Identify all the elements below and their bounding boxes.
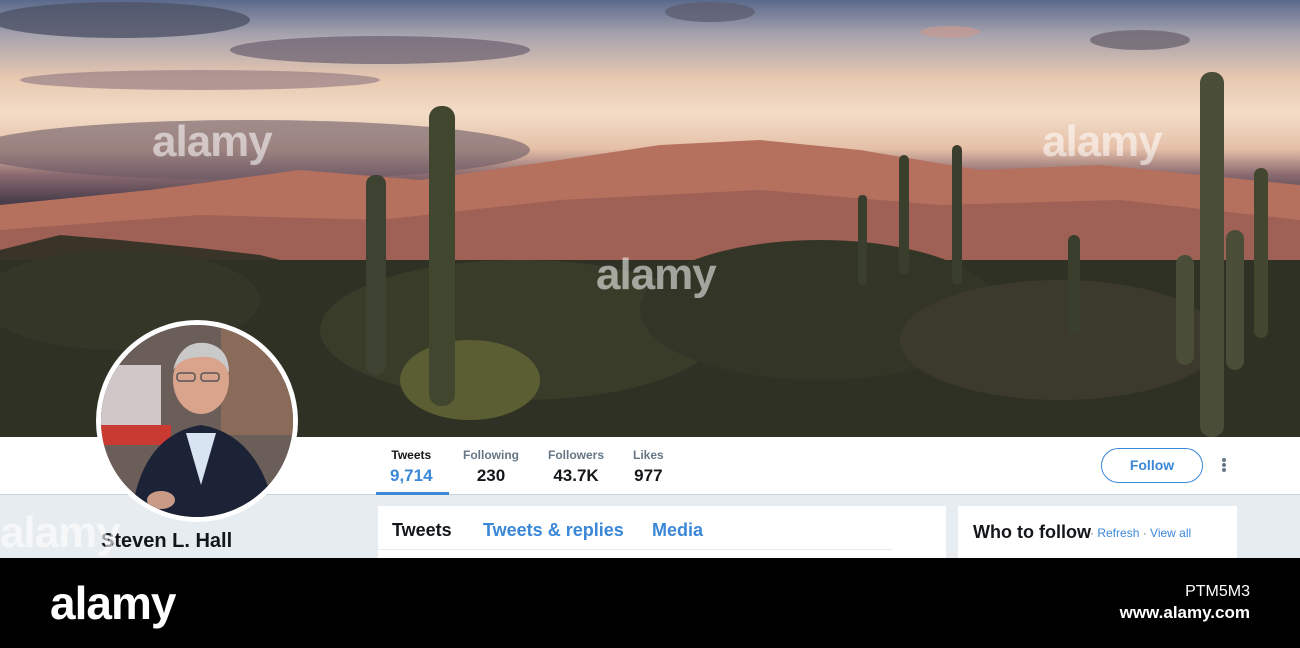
watermark-text: alamy [1042,117,1163,166]
stat-likes-label: Likes [633,448,664,462]
watermark-text: alamy [0,508,121,557]
stat-tweets-value: 9,714 [390,466,433,485]
stat-likes[interactable]: Likes 977 [633,448,664,487]
site-url: www.alamy.com [1119,603,1250,622]
avatar-photo [101,325,293,517]
stat-followers[interactable]: Followers 43.7K [548,448,604,487]
alamy-logo: alamy [50,577,176,629]
refresh-link[interactable]: Refresh [1097,526,1139,540]
tab-tweets[interactable]: Tweets [392,520,452,541]
image-id: PTM5M3 [1185,583,1250,600]
tab-tweets-and-replies[interactable]: Tweets & replies [483,520,624,541]
stat-following-label: Following [463,448,519,462]
active-stat-indicator [376,492,449,495]
stat-tweets[interactable]: Tweets 9,714 [390,448,433,487]
tab-media[interactable]: Media [652,520,703,541]
stat-followers-value: 43.7K [553,466,599,485]
watermark-footer: alamy PTM5M3 www.alamy.com [0,558,1300,648]
who-to-follow-panel: Who to follow · Refresh · View all [958,506,1237,566]
watermark-text: alamy [596,250,717,299]
stat-followers-label: Followers [548,448,605,462]
watermark-text: alamy [152,117,273,166]
who-to-follow-title: Who to follow [973,522,1091,542]
who-to-follow-links: · Refresh · View all [1090,526,1191,540]
stat-tweets-label: Tweets [391,448,432,462]
stat-following-value: 230 [476,466,506,485]
profile-name[interactable]: Steven L. Hall [101,530,232,553]
follow-button[interactable]: Follow [1101,448,1203,483]
separator: · [1139,526,1151,540]
more-options-icon[interactable] [1218,458,1230,474]
stat-following[interactable]: Following 230 [463,448,519,487]
avatar[interactable] [96,320,298,522]
tabs-divider [378,549,893,550]
view-all-link[interactable]: View all [1150,526,1191,540]
tweets-panel: Tweets Tweets & replies Media [378,506,946,566]
stat-likes-value: 977 [634,466,663,485]
